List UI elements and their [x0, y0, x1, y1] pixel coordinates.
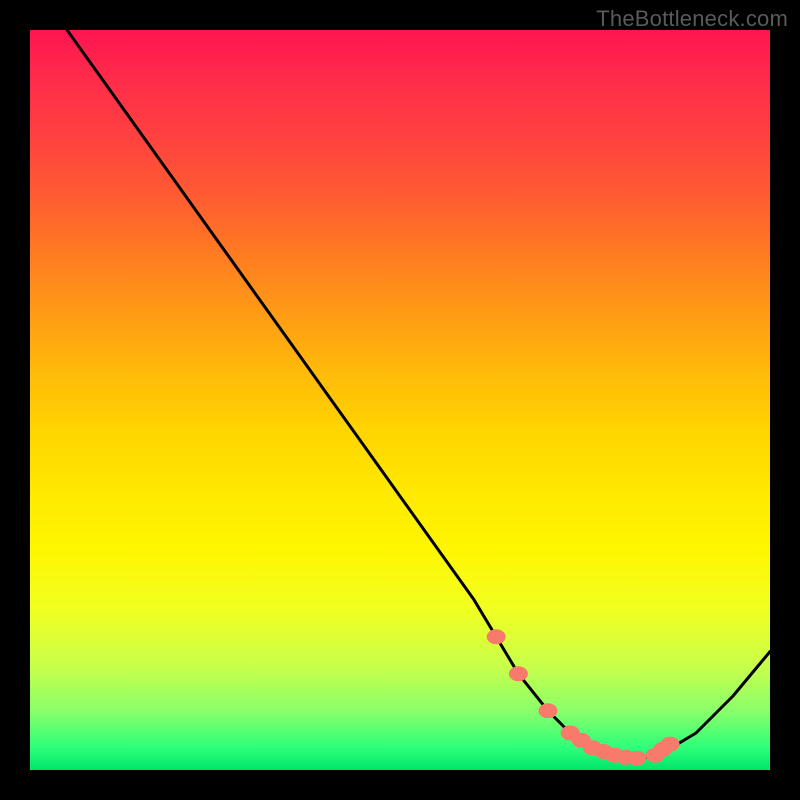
marker-dot — [661, 737, 679, 751]
chart-frame: TheBottleneck.com — [0, 0, 800, 800]
plot-area — [30, 30, 770, 770]
chart-svg — [30, 30, 770, 770]
marker-dot — [487, 630, 505, 644]
marker-dot — [509, 667, 527, 681]
marker-dots — [487, 630, 679, 765]
marker-dot — [539, 704, 557, 718]
marker-dot — [628, 751, 646, 765]
watermark-text: TheBottleneck.com — [596, 6, 788, 32]
bottleneck-curve — [67, 30, 770, 759]
